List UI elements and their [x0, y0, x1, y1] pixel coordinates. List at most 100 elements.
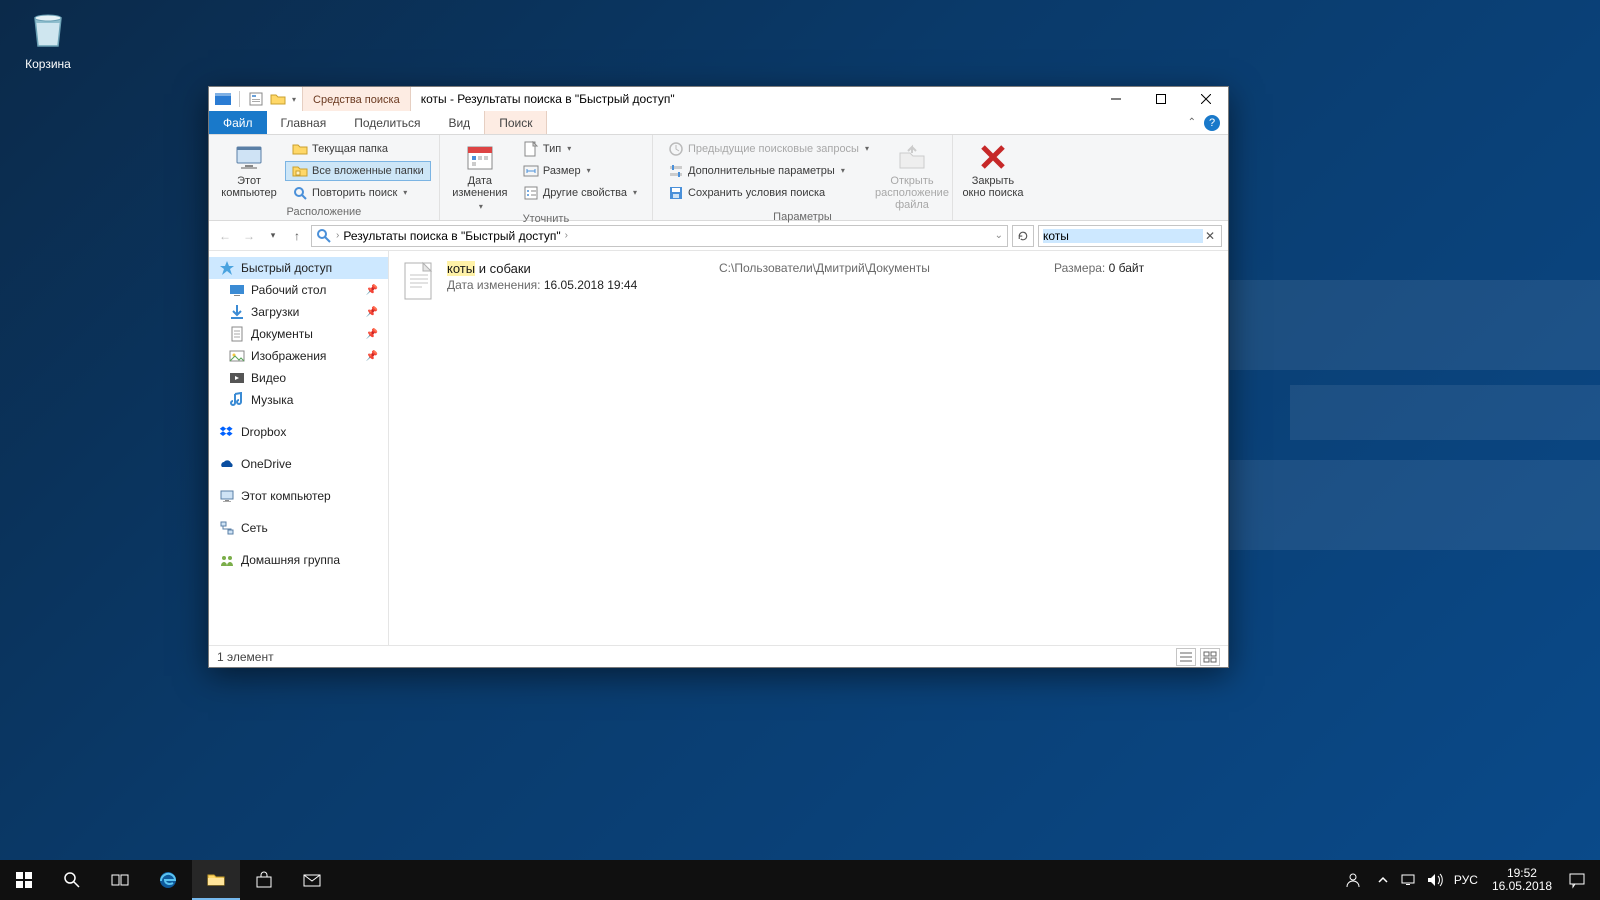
folder-icon	[292, 141, 308, 157]
computer-icon	[233, 141, 265, 173]
tray-language[interactable]: РУС	[1448, 873, 1484, 887]
pin-icon: 📌	[366, 307, 378, 318]
document-icon	[229, 326, 245, 342]
ribbon-recent-searches: Предыдущие поисковые запросы ▾	[661, 139, 876, 159]
context-tab-group-label: Средства поиска	[302, 87, 411, 111]
taskbar-explorer[interactable]	[192, 860, 240, 900]
open-location-icon	[896, 141, 928, 173]
calendar-icon	[464, 141, 496, 173]
view-large-button[interactable]	[1200, 648, 1220, 666]
clear-search-icon[interactable]: ✕	[1203, 229, 1217, 243]
search-again-icon	[292, 185, 308, 201]
ribbon-search-again[interactable]: Повторить поиск ▾	[285, 183, 431, 203]
titlebar[interactable]: ▾ Средства поиска коты - Результаты поис…	[209, 87, 1228, 111]
nav-this-pc[interactable]: Этот компьютер	[209, 485, 388, 507]
ribbon-tabs: Файл Главная Поделиться Вид Поиск ⌃ ?	[209, 111, 1228, 135]
tab-home[interactable]: Главная	[267, 111, 341, 134]
nav-quick-access[interactable]: Быстрый доступ	[209, 257, 388, 279]
help-icon[interactable]: ?	[1204, 115, 1220, 131]
task-view-button[interactable]	[96, 860, 144, 900]
ribbon-type[interactable]: Тип ▾	[516, 139, 644, 159]
properties-icon	[523, 185, 539, 201]
close-button[interactable]	[1183, 87, 1228, 111]
nav-homegroup[interactable]: Домашняя группа	[209, 549, 388, 571]
taskbar-search[interactable]	[48, 860, 96, 900]
type-icon	[523, 141, 539, 157]
nav-documents[interactable]: Документы📌	[209, 323, 388, 345]
nav-pictures[interactable]: Изображения📌	[209, 345, 388, 367]
action-center[interactable]	[1560, 871, 1594, 889]
nav-network[interactable]: Сеть	[209, 517, 388, 539]
taskbar-mail[interactable]	[288, 860, 336, 900]
nav-onedrive[interactable]: OneDrive	[209, 453, 388, 475]
star-icon	[219, 260, 235, 276]
size-icon	[523, 163, 539, 179]
ribbon-collapse-icon[interactable]: ⌃	[1188, 117, 1196, 128]
music-icon	[229, 392, 245, 408]
search-input[interactable]	[1043, 229, 1203, 243]
tab-view[interactable]: Вид	[434, 111, 484, 134]
pin-icon: 📌	[366, 351, 378, 362]
ribbon-date-modified[interactable]: Дата изменения▾	[448, 137, 512, 213]
taskbar: РУС 19:52 16.05.2018	[0, 860, 1600, 900]
nav-desktop[interactable]: Рабочий стол📌	[209, 279, 388, 301]
result-date: Дата изменения: 16.05.2018 19:44	[447, 278, 707, 292]
status-count: 1 элемент	[217, 650, 274, 664]
ribbon-other-props[interactable]: Другие свойства ▾	[516, 183, 644, 203]
tray-network[interactable]	[1396, 871, 1422, 889]
qat-newfolder-icon[interactable]	[270, 91, 286, 107]
qat-properties-icon[interactable]	[248, 91, 264, 107]
network-icon	[219, 520, 235, 536]
nav-recent-button[interactable]: ▾	[263, 226, 283, 246]
result-name: коты и собаки	[447, 261, 707, 276]
download-icon	[229, 304, 245, 320]
tab-file[interactable]: Файл	[209, 111, 267, 134]
nav-music[interactable]: Музыка	[209, 389, 388, 411]
breadcrumb[interactable]: › Результаты поиска в "Быстрый доступ" ›…	[311, 225, 1008, 247]
ribbon-close-search[interactable]: Закрыть окно поиска	[961, 137, 1025, 199]
nav-back-button[interactable]: ←	[215, 226, 235, 246]
ribbon-advanced[interactable]: Дополнительные параметры ▾	[661, 161, 876, 181]
picture-icon	[229, 348, 245, 364]
ribbon-current-folder[interactable]: Текущая папка	[285, 139, 431, 159]
start-button[interactable]	[0, 860, 48, 900]
search-location-icon	[316, 228, 332, 244]
ribbon-group-location: Расположение	[217, 206, 431, 220]
ribbon-open-location: Открыть расположение файла	[880, 137, 944, 211]
nav-videos[interactable]: Видео	[209, 367, 388, 389]
tray-volume[interactable]	[1422, 871, 1448, 889]
explorer-window: ▾ Средства поиска коты - Результаты поис…	[208, 86, 1229, 668]
taskbar-store[interactable]	[240, 860, 288, 900]
status-bar: 1 элемент	[209, 645, 1228, 667]
desktop-icon-recycle-bin[interactable]: Корзина	[12, 8, 84, 71]
tray-clock[interactable]: 19:52 16.05.2018	[1484, 867, 1560, 893]
advanced-icon	[668, 163, 684, 179]
refresh-button[interactable]	[1012, 225, 1034, 247]
nav-dropbox[interactable]: Dropbox	[209, 421, 388, 443]
ribbon-save-search[interactable]: Сохранить условия поиска	[661, 183, 876, 203]
view-details-button[interactable]	[1176, 648, 1196, 666]
result-item[interactable]: коты и собаки Дата изменения: 16.05.2018…	[403, 261, 1214, 301]
tab-search[interactable]: Поиск	[484, 111, 547, 134]
search-input-box[interactable]: ✕	[1038, 225, 1222, 247]
tab-share[interactable]: Поделиться	[340, 111, 434, 134]
taskbar-edge[interactable]	[144, 860, 192, 900]
ribbon-all-subfolders[interactable]: Все вложенные папки	[285, 161, 431, 181]
ribbon-size[interactable]: Размер ▾	[516, 161, 644, 181]
minimize-button[interactable]	[1093, 87, 1138, 111]
address-bar: ← → ▾ ↑ › Результаты поиска в "Быстрый д…	[209, 221, 1228, 251]
computer-icon	[219, 488, 235, 504]
result-size: Размера: 0 байт	[1054, 261, 1214, 275]
tray-overflow[interactable]	[1370, 874, 1396, 886]
qat-customize-icon[interactable]: ▾	[292, 95, 296, 104]
nav-downloads[interactable]: Загрузки📌	[209, 301, 388, 323]
nav-forward-button[interactable]: →	[239, 226, 259, 246]
maximize-button[interactable]	[1138, 87, 1183, 111]
video-icon	[229, 370, 245, 386]
results-pane[interactable]: коты и собаки Дата изменения: 16.05.2018…	[389, 251, 1228, 645]
ribbon-this-pc[interactable]: Этот компьютер	[217, 137, 281, 199]
nav-up-button[interactable]: ↑	[287, 226, 307, 246]
breadcrumb-dropdown-icon[interactable]: ⌄	[995, 230, 1003, 241]
onedrive-icon	[219, 456, 235, 472]
tray-people[interactable]	[1336, 871, 1370, 889]
